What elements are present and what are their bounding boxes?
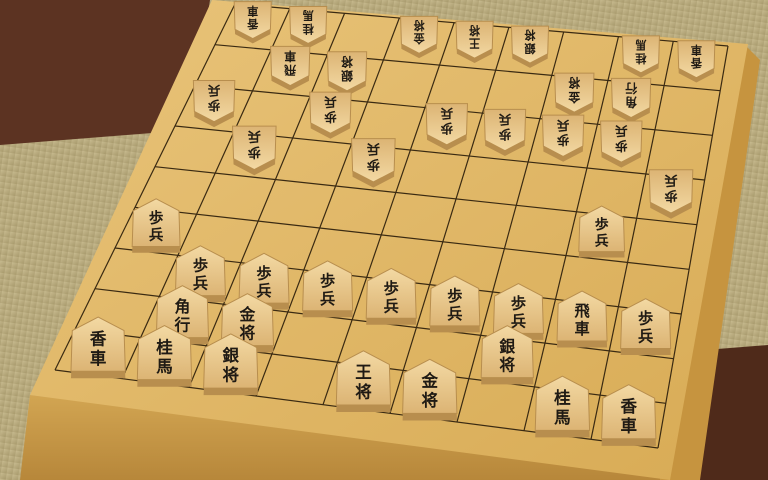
piece-label: 兵 (511, 312, 526, 330)
piece-label: 兵 (207, 83, 220, 98)
piece-label: 歩 (638, 310, 653, 328)
piece-label: 馬 (303, 9, 314, 23)
shogi-board-photo: 王将金将銀将桂馬桂馬香車香車金将銀将飛車角行歩兵歩兵歩兵歩兵歩兵歩兵歩兵歩兵歩兵… (0, 0, 768, 480)
piece-label: 将 (355, 382, 372, 402)
piece-label: 王 (355, 363, 372, 382)
piece-label: 香 (690, 56, 703, 70)
piece-label: 歩 (193, 257, 208, 275)
piece-label: 金 (239, 305, 256, 324)
piece-label: 歩 (149, 209, 164, 227)
piece-label: 行 (625, 81, 638, 95)
piece-label: 歩 (615, 138, 628, 153)
piece-label: 馬 (156, 357, 173, 376)
piece-label: 将 (341, 54, 353, 68)
piece-label: 桂 (155, 337, 173, 357)
piece-label: 馬 (635, 38, 646, 52)
piece-label: 歩 (511, 294, 526, 312)
piece-label: 金 (413, 32, 426, 46)
piece-label: 歩 (595, 216, 609, 233)
piece-label: 歩 (324, 109, 337, 124)
piece-label: 兵 (498, 112, 511, 127)
piece-label: 将 (223, 365, 240, 385)
piece-label: 車 (284, 49, 296, 63)
piece-label: 歩 (367, 156, 380, 173)
piece-label: 香 (246, 17, 259, 31)
piece-label: 桂 (303, 22, 315, 36)
piece-label: 兵 (556, 118, 569, 133)
piece-label: 歩 (384, 279, 399, 297)
piece-label: 歩 (440, 121, 453, 136)
piece-label: 車 (691, 43, 702, 57)
piece-label: 車 (90, 348, 107, 368)
piece-label: 歩 (256, 264, 271, 282)
piece-label: 角 (175, 297, 191, 316)
piece-label: 兵 (149, 226, 164, 244)
piece-label: 香 (90, 329, 107, 348)
piece-label: 将 (568, 76, 580, 90)
piece-label: 将 (469, 23, 480, 37)
piece-label: 将 (524, 28, 535, 42)
piece-label: 兵 (193, 275, 208, 293)
piece-label: 桂 (553, 387, 571, 407)
piece-label: 金 (421, 371, 439, 391)
piece-label: 歩 (556, 133, 569, 148)
piece-label: 兵 (248, 128, 261, 145)
piece-label: 歩 (498, 127, 511, 142)
piece-label: 兵 (324, 95, 337, 110)
piece-label: 歩 (664, 187, 677, 204)
piece-label: 兵 (595, 233, 609, 250)
piece-label: 兵 (447, 305, 462, 323)
piece-label: 将 (422, 390, 439, 410)
piece-label: 兵 (440, 106, 453, 121)
piece-label: 桂 (635, 51, 647, 65)
piece-label: 歩 (207, 98, 220, 113)
photo-canvas: 王将金将銀将桂馬桂馬香車香車金将銀将飛車角行歩兵歩兵歩兵歩兵歩兵歩兵歩兵歩兵歩兵… (0, 0, 768, 480)
piece-label: 兵 (320, 290, 335, 308)
piece-label: 車 (247, 4, 258, 18)
piece-label: 金 (567, 90, 581, 104)
piece-label: 兵 (384, 297, 399, 315)
piece-label: 兵 (664, 172, 677, 189)
piece-label: 香 (620, 397, 637, 416)
piece-label: 歩 (320, 272, 335, 290)
piece-label: 将 (499, 356, 515, 375)
piece-label: 歩 (248, 144, 261, 161)
piece-label: 角 (625, 95, 637, 109)
piece-label: 馬 (554, 408, 571, 427)
piece-label: 車 (574, 320, 589, 338)
piece-label: 兵 (367, 141, 380, 158)
piece-label: 銀 (223, 345, 240, 365)
piece-label: 兵 (638, 328, 653, 346)
piece-label: 将 (413, 18, 424, 32)
piece-label: 車 (620, 415, 637, 435)
piece-label: 銀 (499, 337, 515, 356)
piece-label: 兵 (256, 282, 271, 300)
piece-label: 飛 (284, 63, 297, 77)
piece-label: 歩 (447, 287, 462, 305)
piece-label: 兵 (615, 124, 628, 139)
piece-label: 王 (469, 37, 480, 51)
piece-label: 銀 (524, 42, 536, 56)
piece-label: 飛 (574, 302, 590, 320)
piece-label: 銀 (341, 68, 353, 82)
